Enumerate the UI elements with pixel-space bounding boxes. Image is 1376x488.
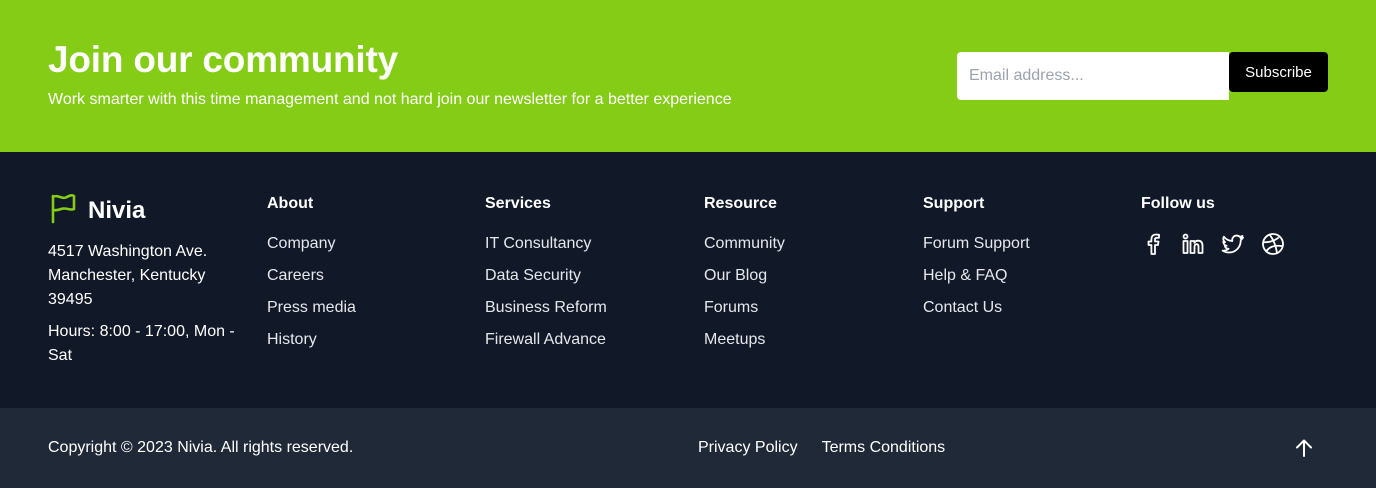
- footer-link[interactable]: IT Consultancy: [485, 234, 607, 254]
- subscribe-button[interactable]: Subscribe: [1229, 52, 1328, 92]
- footer-link[interactable]: Forum Support: [923, 234, 1030, 254]
- footer-column-support: Support Forum Support Help & FAQ Contact…: [923, 194, 1030, 330]
- column-title: Support: [923, 195, 985, 212]
- footer-link[interactable]: Business Reform: [485, 298, 607, 318]
- business-hours: Hours: 8:00 - 17:00, Mon - Sat: [48, 323, 235, 364]
- footer-link[interactable]: History: [267, 330, 356, 350]
- footer-link[interactable]: Community: [704, 234, 785, 254]
- column-title: Resource: [704, 195, 777, 212]
- newsletter-title: Join our community: [48, 39, 398, 80]
- copyright-text: Copyright © 2023 Nivia. All rights reser…: [48, 439, 354, 456]
- footer-link[interactable]: Forums: [704, 298, 785, 318]
- footer-link[interactable]: Careers: [267, 266, 356, 286]
- twitter-icon[interactable]: [1221, 232, 1245, 256]
- footer-link[interactable]: Press media: [267, 298, 356, 318]
- footer-link[interactable]: Company: [267, 234, 356, 254]
- footer: Nivia 4517 Washington Ave. Manchester, K…: [0, 152, 1376, 408]
- footer-link[interactable]: Our Blog: [704, 266, 785, 286]
- footer-column-services: Services IT Consultancy Data Security Bu…: [485, 194, 607, 362]
- column-title: Follow us: [1141, 195, 1215, 212]
- footer-column-resource: Resource Community Our Blog Forums Meetu…: [704, 194, 785, 362]
- footer-link[interactable]: Firewall Advance: [485, 330, 607, 350]
- newsletter-form: Subscribe: [957, 52, 1328, 100]
- brand-name: Nivia: [88, 196, 146, 224]
- footer-link[interactable]: Meetups: [704, 330, 785, 350]
- footer-link[interactable]: Data Security: [485, 266, 607, 286]
- arrow-up-icon[interactable]: [1292, 436, 1316, 460]
- company-address: 4517 Washington Ave. Manchester, Kentuck…: [48, 243, 208, 308]
- footer-column-follow: Follow us: [1141, 194, 1285, 256]
- column-title: About: [267, 195, 314, 212]
- linkedin-icon[interactable]: [1181, 232, 1205, 256]
- newsletter-section: Join our community Work smarter with thi…: [0, 0, 1376, 152]
- newsletter-subtitle: Work smarter with this time management a…: [48, 91, 732, 108]
- footer-link[interactable]: Contact Us: [923, 298, 1030, 318]
- privacy-policy-link[interactable]: Privacy Policy: [698, 438, 798, 458]
- facebook-icon[interactable]: [1141, 232, 1165, 256]
- social-links: [1141, 232, 1285, 256]
- column-title: Services: [485, 195, 551, 212]
- email-input[interactable]: [957, 52, 1229, 100]
- footer-link[interactable]: Help & FAQ: [923, 266, 1030, 286]
- footer-column-about: About Company Careers Press media Histor…: [267, 194, 356, 362]
- legal-links: Privacy Policy Terms Conditions: [698, 438, 945, 458]
- terms-conditions-link[interactable]: Terms Conditions: [822, 438, 946, 458]
- dribbble-icon[interactable]: [1261, 232, 1285, 256]
- flag-icon: [48, 192, 78, 229]
- brand-logo[interactable]: Nivia: [48, 192, 145, 229]
- footer-bottom-bar: Copyright © 2023 Nivia. All rights reser…: [0, 408, 1376, 488]
